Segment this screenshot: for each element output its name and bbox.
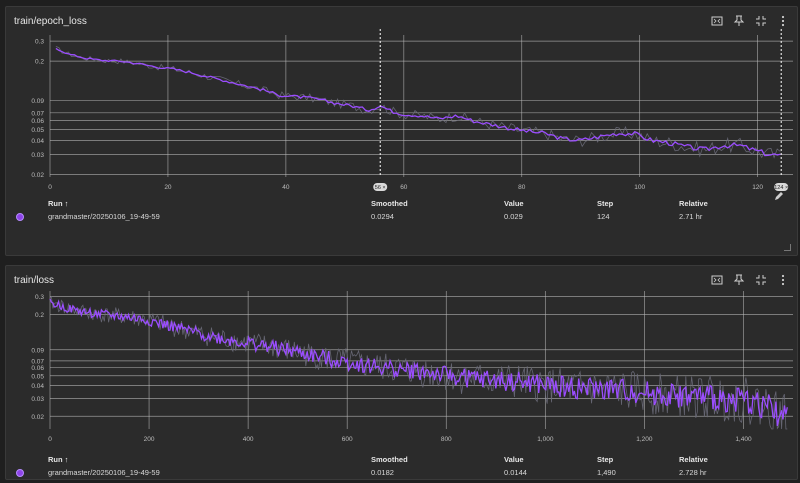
x-tick-label: 80 [518, 184, 526, 191]
x-tick-label: 40 [282, 184, 290, 191]
x-tick-label: 120 [752, 184, 763, 191]
series-smoothed-line [49, 298, 788, 427]
col-step: Step [597, 455, 614, 464]
edit-icon[interactable] [773, 190, 785, 202]
x-tick-label: 0 [48, 184, 52, 191]
col-smoothed: Smoothed [371, 199, 408, 208]
y-tick-label: 0.06 [31, 118, 44, 125]
run-color-swatch[interactable] [16, 469, 24, 477]
y-tick-label: 0.3 [35, 294, 44, 301]
y-tick-label: 0.02 [31, 172, 44, 179]
col-relative: Relative [679, 455, 708, 464]
x-tick-label: 100 [634, 184, 645, 191]
col-value: Value [504, 199, 524, 208]
smoothed-value: 0.0294 [371, 212, 394, 221]
y-tick-label: 0.05 [31, 373, 44, 380]
y-tick-label: 0.06 [31, 365, 44, 372]
series-raw-line [55, 46, 781, 159]
run-name: grandmaster/20250106_19-49-59 [48, 468, 160, 477]
col-value: Value [504, 455, 524, 464]
x-tick-label: 1,200 [636, 436, 653, 443]
raw-value: 0.0144 [504, 468, 527, 477]
y-tick-label: 0.09 [31, 98, 44, 105]
x-tick-label: 60 [400, 184, 408, 191]
relative-value: 2.71 hr [679, 212, 703, 221]
col-step: Step [597, 199, 614, 208]
chart-loss[interactable]: 0.02 0.03 0.04 0.050.060.07 0.09 0.2 0.3 0 200 40… [6, 266, 799, 451]
y-tick-label: 0.02 [31, 414, 44, 421]
y-tick-label: 0.2 [35, 312, 44, 319]
run-color-swatch[interactable] [16, 213, 24, 221]
x-tick-label: 600 [342, 436, 353, 443]
y-tick-label: 0.03 [31, 396, 44, 403]
chart-epoch-loss[interactable]: 0.02 0.03 0.04 0.05 0.060.07 0.09 0.2 0.3 0 20 40 6… [6, 7, 799, 202]
y-tick-label: 0.07 [31, 110, 44, 117]
smoothed-value: 0.0182 [371, 468, 394, 477]
x-tick-label: 1,400 [735, 436, 752, 443]
y-tick-label: 0.03 [31, 152, 44, 159]
series-raw-line [49, 295, 788, 430]
y-tick-label: 0.3 [35, 39, 44, 46]
x-tick-label: 200 [144, 436, 155, 443]
col-relative: Relative [679, 199, 708, 208]
run-name: grandmaster/20250106_19-49-59 [48, 212, 160, 221]
relative-value: 2.728 hr [679, 468, 707, 477]
y-tick-label: 0.09 [31, 347, 44, 354]
y-tick-label: 0.04 [31, 383, 44, 390]
chart-card-epoch-loss: train/epoch_loss 0.02 0.03 0.04 0.05 0.06 0.0… [5, 6, 798, 256]
x-tick-label: 0 [48, 436, 52, 443]
y-tick-label: 0.07 [31, 358, 44, 365]
series-smoothed-line [55, 47, 781, 157]
col-smoothed: Smoothed [371, 455, 408, 464]
x-tick-label: 800 [441, 436, 452, 443]
resize-handle[interactable] [784, 244, 791, 251]
x-tick-label: 1,000 [537, 436, 554, 443]
y-tick-label: 0.2 [35, 59, 44, 66]
step-value: 124 [597, 212, 610, 221]
x-tick-label: 20 [164, 184, 172, 191]
x-tick-label: 400 [243, 436, 254, 443]
y-tick-label: 0.04 [31, 138, 44, 145]
chart-card-loss: train/loss 0.02 0.03 0.04 0.05 0.06 0.07 0.09 0… [5, 265, 798, 480]
raw-value: 0.029 [504, 212, 523, 221]
step-value: 1,490 [597, 468, 616, 477]
y-tick-label: 0.05 [31, 127, 44, 134]
col-run[interactable]: Run ↑ [48, 199, 68, 208]
col-run[interactable]: Run ↑ [48, 455, 68, 464]
step-cursor-label: 56 × [375, 185, 386, 191]
